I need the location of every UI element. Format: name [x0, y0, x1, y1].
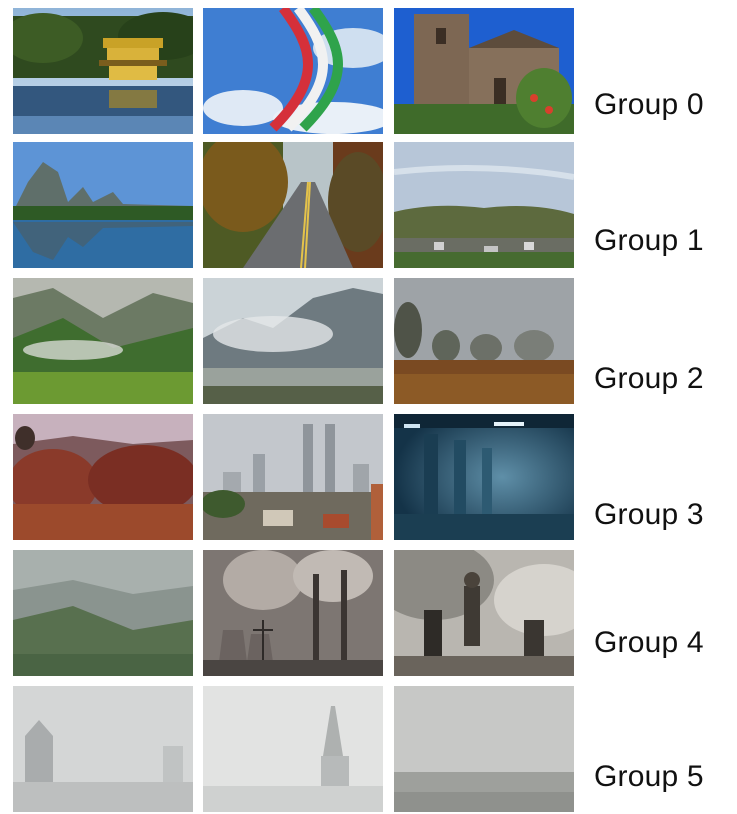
photo-forest-road	[203, 142, 383, 268]
photo-foggy-field-trees	[394, 278, 574, 404]
photo-colored-smoke-sky	[203, 8, 383, 134]
photo-misty-mountains	[203, 278, 383, 404]
photo-stone-church	[394, 8, 574, 134]
photo-smokestacks	[203, 550, 383, 676]
group-label-0: Group 0	[594, 88, 704, 121]
photo-city-towers-haze	[203, 414, 383, 540]
photo-hazy-hills-town	[394, 142, 574, 268]
photo-green-valley-mist	[13, 278, 193, 404]
photo-karst-lake	[13, 142, 193, 268]
group-label-3: Group 3	[594, 498, 704, 531]
group-label-2: Group 2	[594, 362, 704, 395]
photo-golden-pavilion	[13, 8, 193, 134]
group-label-4: Group 4	[594, 626, 704, 659]
photo-blue-tunnel-fog	[394, 414, 574, 540]
photo-dense-fog-tower	[13, 686, 193, 812]
photo-dense-fog-spire	[203, 686, 383, 812]
group-label-5: Group 5	[594, 760, 704, 793]
photo-red-forest-haze	[13, 414, 193, 540]
image-grid: Group 0 Group 1 Group 2 Group 3 Group 4 …	[0, 0, 737, 814]
photo-dense-fog-plain	[394, 686, 574, 812]
photo-battle-smoke	[394, 550, 574, 676]
group-label-1: Group 1	[594, 224, 704, 257]
photo-smog-hillside	[13, 550, 193, 676]
